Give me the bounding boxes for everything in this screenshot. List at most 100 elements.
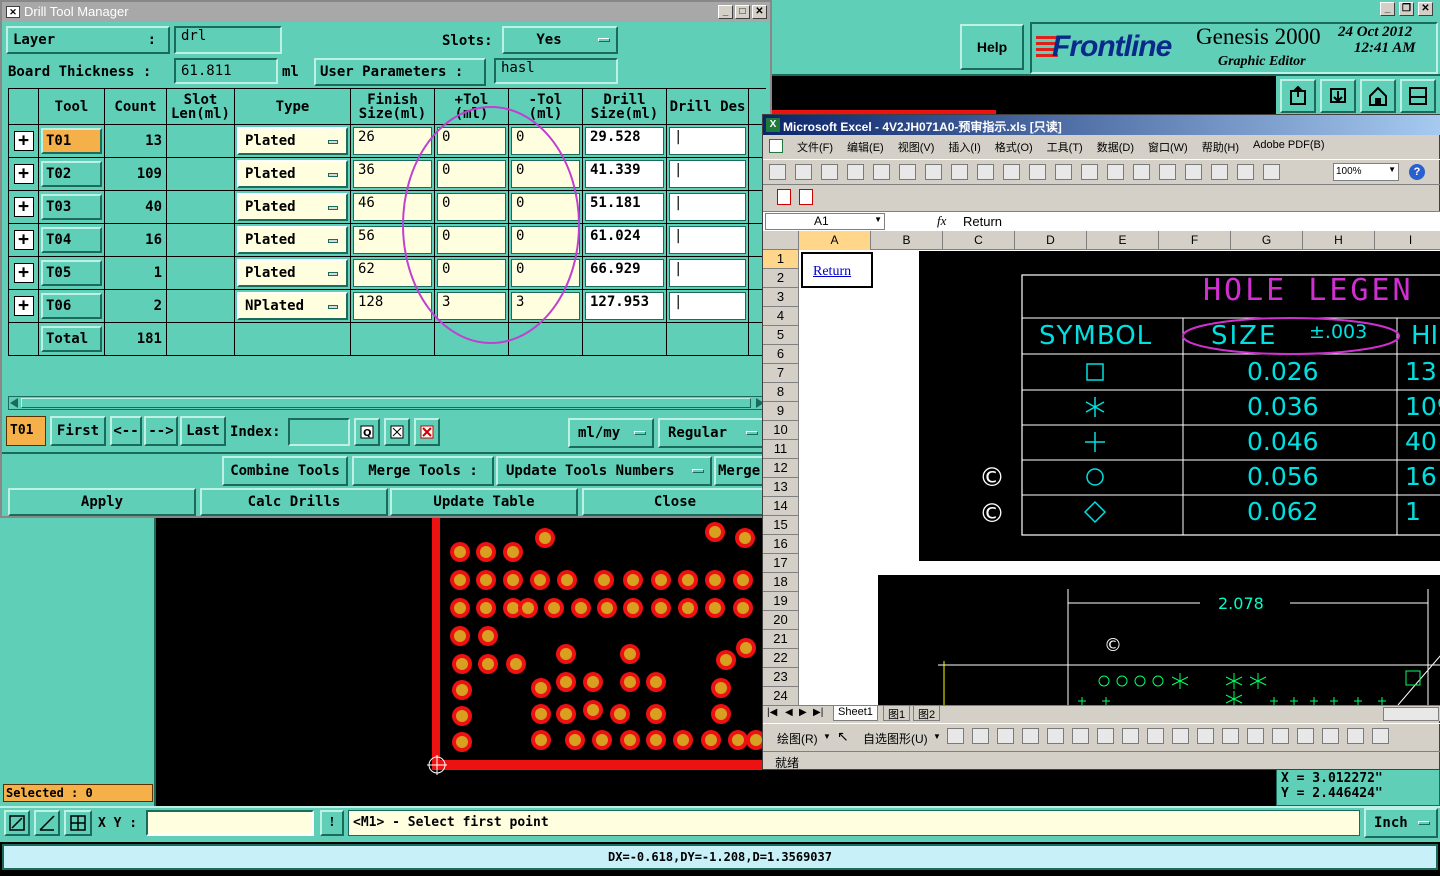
new-icon[interactable] bbox=[769, 164, 786, 180]
tool-id-button[interactable]: T02 bbox=[41, 161, 102, 187]
type-dropdown[interactable]: Plated bbox=[237, 259, 348, 287]
close-icon[interactable]: ✕ bbox=[752, 5, 767, 19]
tab-nav-next-icon[interactable]: ▶ bbox=[799, 707, 807, 718]
row-header[interactable]: 2 bbox=[763, 269, 799, 288]
hyperlink-icon[interactable] bbox=[1133, 164, 1150, 180]
tab-nav-prev-icon[interactable]: ◀ bbox=[785, 707, 793, 718]
clear-tool-icon[interactable] bbox=[414, 418, 440, 446]
row-header[interactable]: 3 bbox=[763, 288, 799, 307]
update-tools-numbers-dropdown[interactable]: Update Tools Numbers bbox=[496, 456, 712, 486]
excel-menu-item[interactable]: 工具(T) bbox=[1047, 139, 1083, 155]
drill-size-field[interactable]: 127.953 bbox=[585, 292, 664, 320]
drill-des-input[interactable]: | bbox=[669, 259, 746, 287]
save-icon[interactable] bbox=[821, 164, 838, 180]
vertical-textbox-icon[interactable] bbox=[1072, 728, 1089, 744]
fx-icon[interactable]: fx bbox=[937, 213, 946, 229]
row-header[interactable]: 20 bbox=[763, 611, 799, 630]
row-header[interactable]: 11 bbox=[763, 440, 799, 459]
row-header[interactable]: 17 bbox=[763, 554, 799, 573]
print-icon[interactable] bbox=[873, 164, 890, 180]
row-header[interactable]: 13 bbox=[763, 478, 799, 497]
row-header[interactable]: 12 bbox=[763, 459, 799, 478]
unit-dropdown[interactable]: Inch bbox=[1364, 808, 1438, 838]
cell-a1-link[interactable]: Return bbox=[813, 264, 851, 279]
type-dropdown[interactable]: Plated bbox=[237, 160, 348, 188]
drill-des-input[interactable]: | bbox=[669, 292, 746, 320]
zoom-fit-icon[interactable] bbox=[4, 810, 30, 836]
row-header[interactable]: 15 bbox=[763, 516, 799, 535]
home-icon[interactable] bbox=[1360, 79, 1396, 113]
type-dropdown[interactable]: Plated bbox=[237, 127, 348, 155]
drill-size-field[interactable]: 66.929 bbox=[585, 259, 664, 287]
pdf-convert-icon[interactable] bbox=[777, 189, 791, 205]
permission-icon[interactable] bbox=[847, 164, 864, 180]
scroll-thumb[interactable] bbox=[21, 398, 751, 408]
undo-icon[interactable] bbox=[1081, 164, 1098, 180]
print-preview-icon[interactable] bbox=[899, 164, 916, 180]
column-header[interactable]: B bbox=[871, 231, 943, 250]
row-header[interactable]: 22 bbox=[763, 649, 799, 668]
tool-id-button[interactable]: T05 bbox=[41, 260, 102, 286]
picture-icon[interactable] bbox=[1172, 728, 1189, 744]
save-job-icon[interactable] bbox=[1280, 79, 1316, 113]
row-header[interactable]: 10 bbox=[763, 421, 799, 440]
excel-menu-item[interactable]: 窗口(W) bbox=[1148, 139, 1188, 155]
minimize-icon[interactable]: _ bbox=[718, 5, 733, 19]
load-job-icon[interactable] bbox=[1320, 79, 1356, 113]
sheet-area[interactable]: ABCDEFGHI 1 2 3 4 5 6 7 8 9 10 11 12 13 14 15 16 17 18 19 2… bbox=[763, 231, 1440, 705]
spelling-icon[interactable] bbox=[925, 164, 942, 180]
measure-icon[interactable] bbox=[34, 810, 60, 836]
clipart-icon[interactable] bbox=[1147, 728, 1164, 744]
row-header[interactable]: 18 bbox=[763, 573, 799, 592]
sheet-hscrollbar[interactable] bbox=[1383, 707, 1439, 721]
row-header[interactable]: 19 bbox=[763, 592, 799, 611]
pdf-email-icon[interactable] bbox=[799, 189, 813, 205]
draw-menu[interactable]: 绘图(R) bbox=[777, 730, 818, 747]
filter-tool-icon[interactable] bbox=[384, 418, 410, 446]
wordart-icon[interactable] bbox=[1097, 728, 1114, 744]
sort-asc-icon[interactable] bbox=[1185, 164, 1202, 180]
window-menu-icon[interactable]: ✕ bbox=[6, 6, 20, 18]
expand-row-icon[interactable]: + bbox=[13, 164, 34, 184]
last-button[interactable]: Last bbox=[180, 416, 226, 446]
arrow-style-icon[interactable] bbox=[1322, 728, 1339, 744]
excel-menu-item[interactable]: 文件(F) bbox=[797, 139, 833, 155]
cut-icon[interactable] bbox=[977, 164, 994, 180]
mode-dropdown[interactable]: Regular bbox=[658, 418, 766, 448]
merge-tools-button[interactable]: Merge Tools : bbox=[352, 456, 494, 486]
tab-nav-first-icon[interactable]: |◀ bbox=[767, 707, 777, 718]
row-header[interactable]: 23 bbox=[763, 668, 799, 687]
diagram-icon[interactable] bbox=[1122, 728, 1139, 744]
name-box[interactable]: A1 ▼ bbox=[765, 213, 885, 230]
expand-row-icon[interactable]: + bbox=[13, 131, 34, 151]
row-header[interactable]: 24 bbox=[763, 687, 799, 705]
column-header[interactable]: I bbox=[1375, 231, 1440, 250]
row-header[interactable]: 16 bbox=[763, 535, 799, 554]
tab-figure2[interactable]: 图2 bbox=[913, 706, 941, 721]
combine-tools-button[interactable]: Combine Tools bbox=[222, 456, 348, 486]
excel-menu-item[interactable]: 编辑(E) bbox=[847, 139, 884, 155]
tab-sheet1[interactable]: Sheet1 bbox=[833, 706, 878, 721]
drill-size-field[interactable]: 29.528 bbox=[585, 127, 664, 155]
row-header[interactable]: 8 bbox=[763, 383, 799, 402]
research-icon[interactable] bbox=[951, 164, 968, 180]
formula-content[interactable]: Return bbox=[963, 214, 1002, 229]
excel-menu-item[interactable]: 数据(D) bbox=[1097, 139, 1134, 155]
calc-drills-button[interactable]: Calc Drills bbox=[200, 488, 388, 516]
row-header[interactable]: 1 bbox=[763, 250, 799, 269]
open-icon[interactable] bbox=[795, 164, 812, 180]
grid-icon[interactable] bbox=[64, 810, 92, 836]
tab-nav-last-icon[interactable]: ▶| bbox=[813, 707, 823, 718]
column-header[interactable]: H bbox=[1303, 231, 1375, 250]
info-icon[interactable]: ! bbox=[320, 810, 344, 836]
line-color-icon[interactable] bbox=[1222, 728, 1239, 744]
column-header[interactable]: D bbox=[1015, 231, 1087, 250]
pcb-canvas[interactable] bbox=[156, 518, 762, 806]
user-parameters-input[interactable]: hasl bbox=[494, 58, 618, 84]
dash-style-icon[interactable] bbox=[1297, 728, 1314, 744]
type-dropdown[interactable]: Plated bbox=[237, 226, 348, 254]
tab-figure1[interactable]: 图1 bbox=[883, 706, 911, 721]
select-pointer-icon[interactable]: ↖ bbox=[837, 728, 849, 745]
row-header[interactable]: 9 bbox=[763, 402, 799, 421]
excel-menu-item[interactable]: 格式(O) bbox=[995, 139, 1033, 155]
